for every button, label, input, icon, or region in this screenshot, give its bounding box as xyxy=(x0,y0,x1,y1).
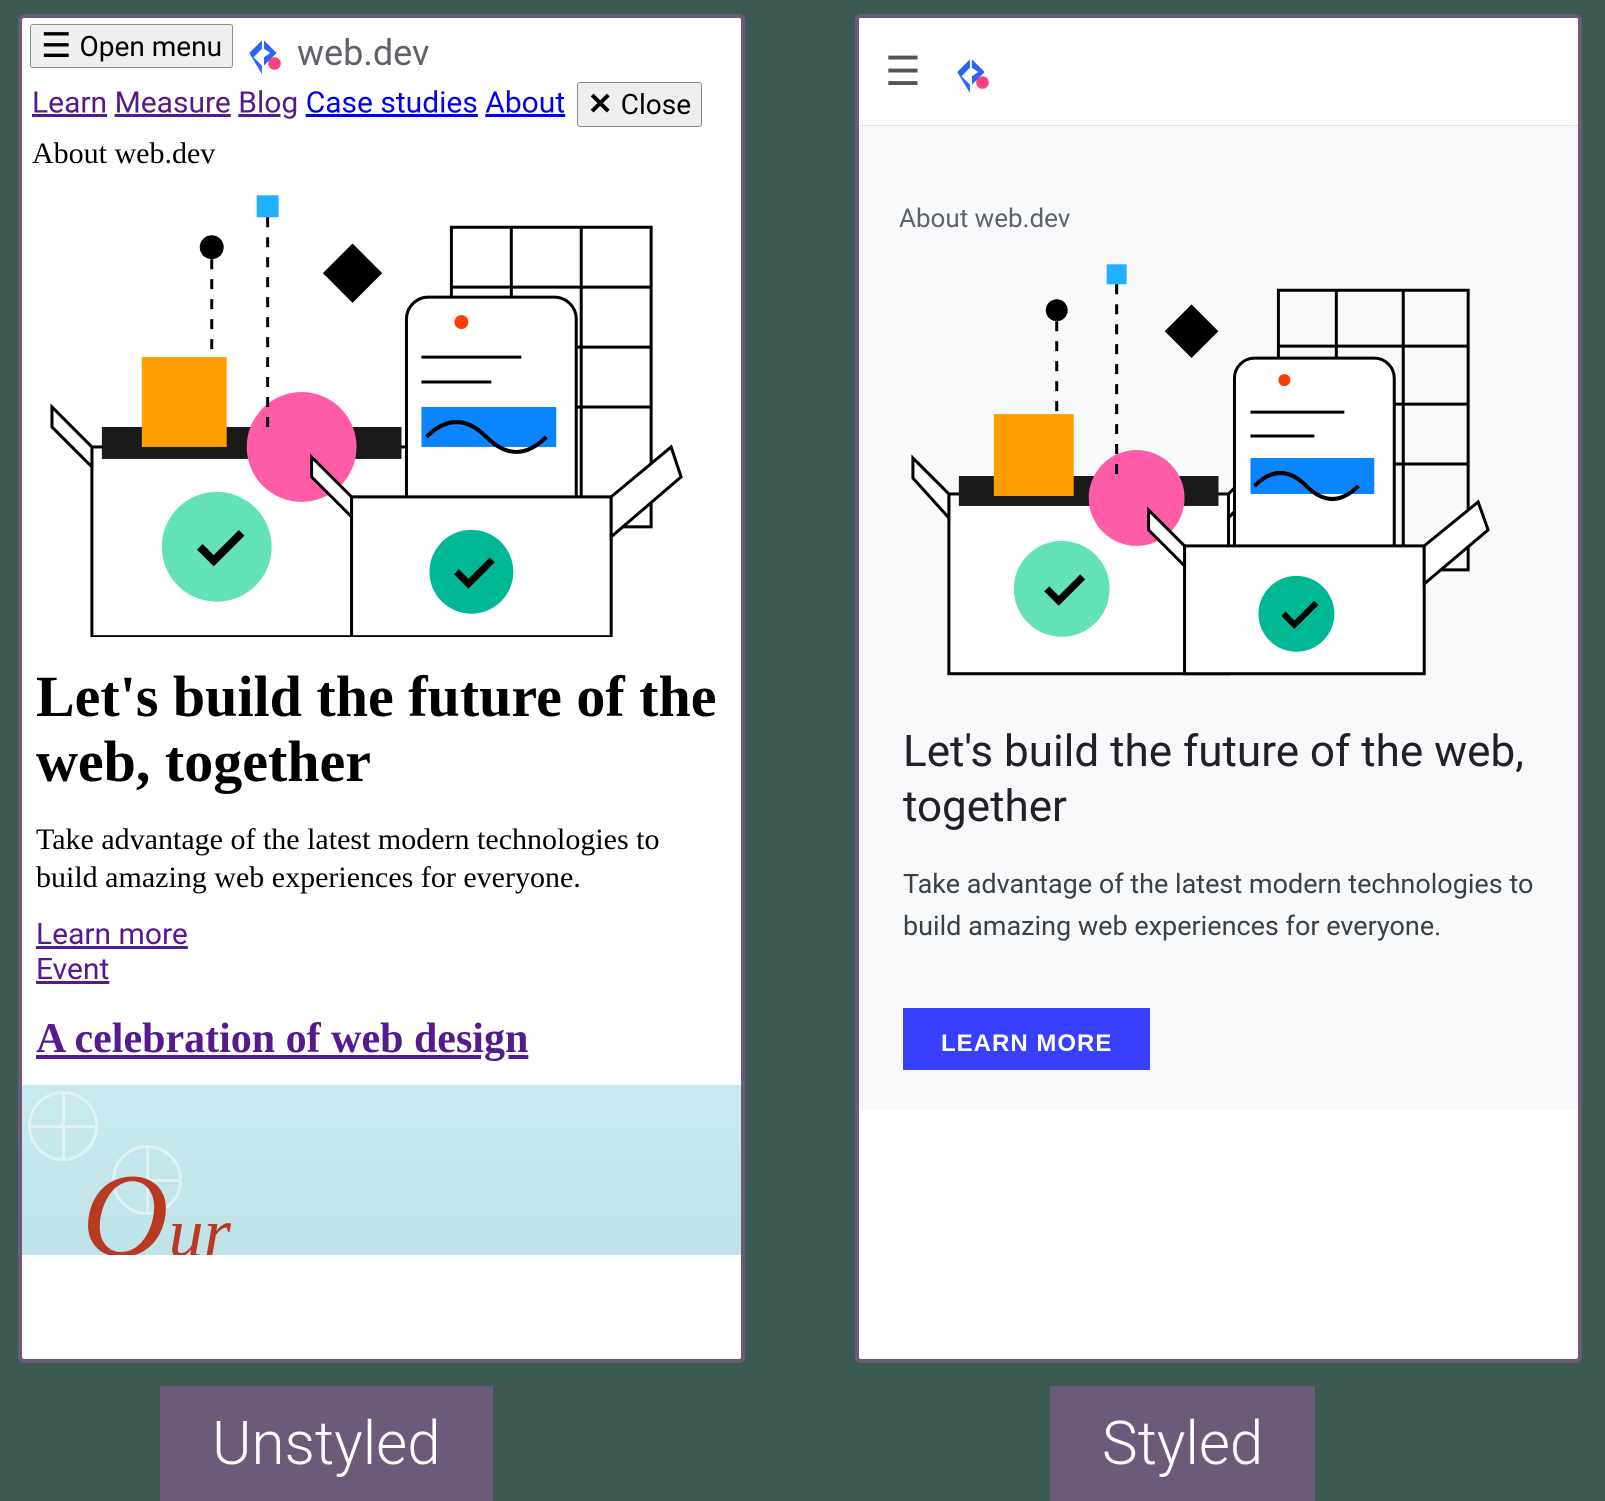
event-cursive-art: Our xyxy=(82,1147,231,1255)
webdev-logo-icon xyxy=(243,32,285,74)
close-icon: ✕ xyxy=(588,87,613,122)
learn-more-link[interactable]: Learn more xyxy=(36,917,727,952)
learn-more-button[interactable]: LEARN MORE xyxy=(903,1008,1150,1070)
styled-body: About web.dev xyxy=(859,126,1578,1110)
event-hero-image: Our xyxy=(22,1085,741,1255)
close-label: Close xyxy=(621,88,691,121)
open-menu-button[interactable]: ☰ Open menu xyxy=(30,24,233,68)
hamburger-icon[interactable]: ☰ xyxy=(885,48,921,95)
event-heading: A celebration of web design xyxy=(22,991,741,1077)
unstyled-topbar: ☰ Open menu web.dev xyxy=(22,18,741,74)
nav-blog[interactable]: Blog xyxy=(238,85,298,120)
brand-name: web.dev xyxy=(297,32,429,74)
hero-heading: Let's build the future of the web, toget… xyxy=(859,698,1578,844)
nav-measure[interactable]: Measure xyxy=(115,85,231,120)
hero-illustration xyxy=(22,177,741,637)
caption-unstyled: Unstyled xyxy=(160,1386,493,1501)
close-menu-button[interactable]: ✕ Close xyxy=(577,82,702,127)
webdev-logo-icon[interactable] xyxy=(951,51,993,93)
styled-header: ☰ xyxy=(859,18,1578,126)
styled-viewport: ☰ About web.dev xyxy=(855,14,1582,1363)
open-menu-label: Open menu xyxy=(79,30,222,63)
caption-styled: Styled xyxy=(1050,1386,1315,1501)
event-heading-link[interactable]: A celebration of web design xyxy=(36,1016,528,1062)
about-label: About web.dev xyxy=(859,126,1578,254)
hero-tagline: Take advantage of the latest modern tech… xyxy=(22,805,741,914)
hero-illustration xyxy=(859,254,1578,694)
nav-learn[interactable]: Learn xyxy=(32,85,107,120)
hero-tagline: Take advantage of the latest modern tech… xyxy=(859,844,1578,968)
event-link[interactable]: Event xyxy=(36,952,727,987)
brand-logo: web.dev xyxy=(243,32,429,74)
nav-case-studies[interactable]: Case studies xyxy=(306,85,478,120)
hero-heading: Let's build the future of the web, toget… xyxy=(22,641,741,805)
nav-about[interactable]: About xyxy=(485,85,565,120)
unstyled-viewport: ☰ Open menu web.dev Learn Measure Blog C… xyxy=(18,14,745,1363)
hamburger-icon: ☰ xyxy=(41,29,71,63)
hero-links: Learn more Event xyxy=(22,913,741,991)
about-label: About web.dev xyxy=(22,135,741,177)
unstyled-nav: Learn Measure Blog Case studies About ✕ … xyxy=(22,74,741,135)
